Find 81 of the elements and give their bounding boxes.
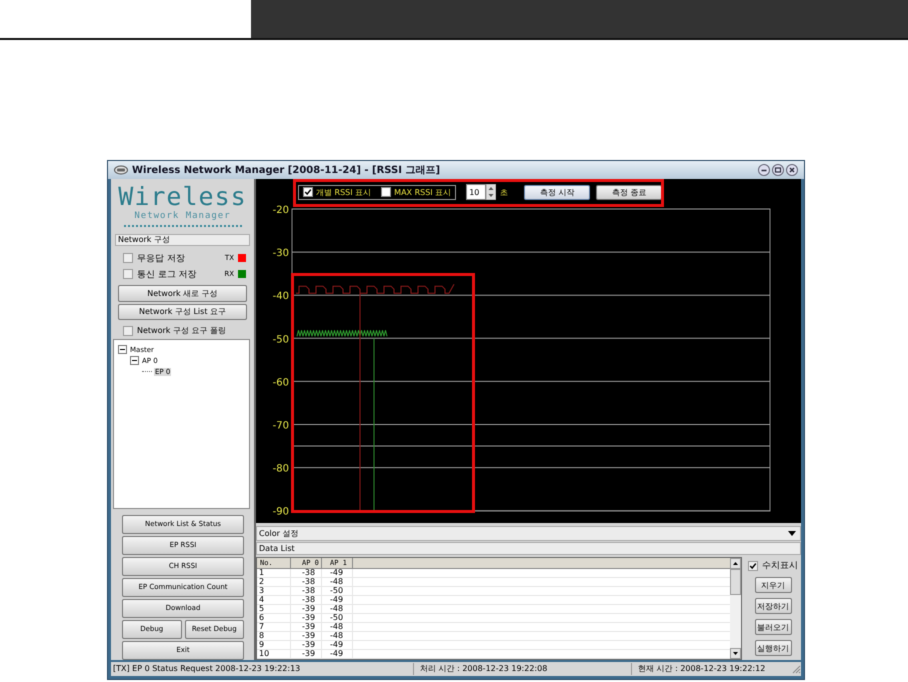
list-button[interactable]: 실행하기 [754,640,792,656]
status-text: 처리 시간 : 2008-12-23 19:22:08 [414,663,632,675]
table-cell: -49 [322,641,353,649]
table-cell: -38 [291,587,322,595]
color-setting-dropdown[interactable]: Color 설정 [256,526,801,541]
axis-label: -80 [272,464,289,475]
axis-label: -40 [272,291,289,302]
table-cell: -49 [322,596,353,604]
table-cell: -39 [291,623,322,631]
scroll-up-icon[interactable] [730,558,741,569]
table-cell: 5 [257,605,291,613]
collapse-icon[interactable] [118,345,127,354]
table-cell: -39 [291,650,322,658]
maximize-icon[interactable] [772,164,784,176]
checkbox-label: MAX RSSI 표시 [394,186,452,198]
table-cell: -49 [322,650,353,658]
table-cell: 4 [257,596,291,604]
app-icon [114,165,128,175]
axis-label: -70 [272,420,289,432]
table-cell: -39 [291,632,322,640]
action-button[interactable]: Network 새로 구성 [118,284,247,302]
resize-grip-icon [791,664,801,674]
scroll-down-icon[interactable] [730,648,741,659]
checkbox[interactable] [123,269,133,280]
table-cell: 9 [257,641,291,649]
checkbox-label: Network 구성 요구 폴링 [137,325,226,336]
checkbox[interactable] [303,187,313,197]
action-button[interactable]: Network 구성 List 요구 [118,304,247,320]
dropdown-arrow-icon [788,531,796,536]
table-cell: -50 [322,614,353,622]
table-cell: 3 [257,587,291,595]
logo-title: Wireless [118,183,247,211]
table-cell: -48 [322,605,353,613]
axis-label: -60 [272,377,289,388]
status-text: [TX] EP 0 Status Request 2008-12-23 19:22:13 [111,663,414,675]
table-cell: -38 [291,596,322,604]
table-cell: -50 [322,587,353,595]
scrollbar[interactable] [730,558,741,659]
table-cell: -39 [291,641,322,649]
table-cell: 1 [257,569,291,577]
unit-label: 초 [500,186,508,198]
close-icon[interactable] [786,164,798,176]
checkbox-label: 무응답 저장 [137,252,185,265]
table-cell: 6 [257,614,291,622]
checkbox-label: 수치표시 [762,560,798,572]
group-header: Network 구성 [115,234,250,246]
table-cell: -48 [322,632,353,640]
checkbox[interactable] [123,326,133,336]
table-cell: 8 [257,632,291,640]
axis-label: -30 [272,248,289,260]
axis-label: -50 [272,334,289,346]
list-button[interactable]: 지우기 [754,577,792,593]
checkbox-label: 개별 RSSI 표시 [316,186,372,198]
spinner-arrows-icon[interactable] [486,184,496,200]
minimize-icon[interactable] [758,164,770,176]
checkbox[interactable] [748,560,758,570]
axis-label: -20 [272,205,289,216]
table-cell: -48 [322,623,353,631]
checkbox[interactable] [381,187,392,197]
collapse-icon[interactable] [130,356,139,366]
table-cell: 7 [257,623,291,631]
table-cell: -49 [322,569,353,577]
table-cell: -38 [291,578,322,586]
status-text: 현재 시간 : 2008-12-23 19:22:12 [637,663,766,675]
logo-subtitle: Network Manager [134,211,231,221]
list-button[interactable]: 불러오기 [754,619,792,635]
list-button[interactable]: 저장하기 [754,598,792,614]
measure-button[interactable]: 측정 시작 [524,184,590,200]
window-title: Wireless Network Manager [2008-11-24] - [RSSI 그래프] [132,164,440,177]
checkbox[interactable] [123,253,133,264]
section-header: Data List [256,542,801,555]
table-cell: 2 [257,578,291,586]
table-cell: -39 [291,614,322,622]
table-cell: 10 [257,650,291,658]
measure-button[interactable]: 측정 종료 [596,184,662,200]
table-cell: -38 [291,569,322,577]
table-cell: -48 [322,578,353,586]
checkbox-label: 통신 로그 저장 [137,268,197,281]
axis-label: -90 [272,506,289,518]
table-cell: -39 [291,605,322,613]
interval-field[interactable]: 10 [466,184,486,200]
